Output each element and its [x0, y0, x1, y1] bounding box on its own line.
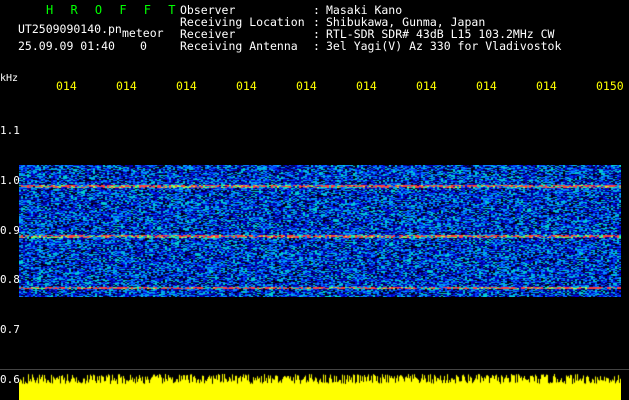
time-tick: 014	[56, 79, 77, 93]
time-tick: 014	[176, 79, 197, 93]
meteor-count: 0	[140, 39, 147, 53]
time-tick: 014	[236, 79, 257, 93]
antenna-value: 3el Yagi(V) Az 330 for Vladivostok	[326, 39, 562, 53]
frequency-label: 0.7	[0, 323, 20, 336]
time-tick: 014	[476, 79, 497, 93]
antenna-label: Receiving Antenna	[180, 39, 298, 53]
time-axis: 014 014 014 014 014 014 014 014 014 0150	[0, 79, 629, 93]
time-tick: 014	[296, 79, 317, 93]
signal-histogram	[19, 372, 621, 400]
time-tick: 014	[116, 79, 137, 93]
date-time: 25.09.09 01:40	[18, 39, 115, 53]
file-name: UT2509090140.pn	[18, 22, 122, 36]
frequency-label: 0.8	[0, 273, 20, 286]
spectrogram	[19, 165, 621, 297]
brand-title: H R O F F T	[46, 3, 181, 17]
frequency-label: 1.0	[0, 174, 20, 187]
meteor-label: meteor	[122, 26, 164, 40]
antenna-separator: :	[313, 39, 320, 53]
frequency-label: 1.1	[0, 124, 20, 137]
baseline-divider	[0, 369, 629, 370]
time-tick: 014	[416, 79, 437, 93]
frequency-label: 0.9	[0, 224, 20, 237]
time-tick: 014	[536, 79, 557, 93]
time-tick: 014	[356, 79, 377, 93]
time-tick: 0150	[596, 79, 624, 93]
frequency-label: 0.6	[0, 373, 20, 386]
